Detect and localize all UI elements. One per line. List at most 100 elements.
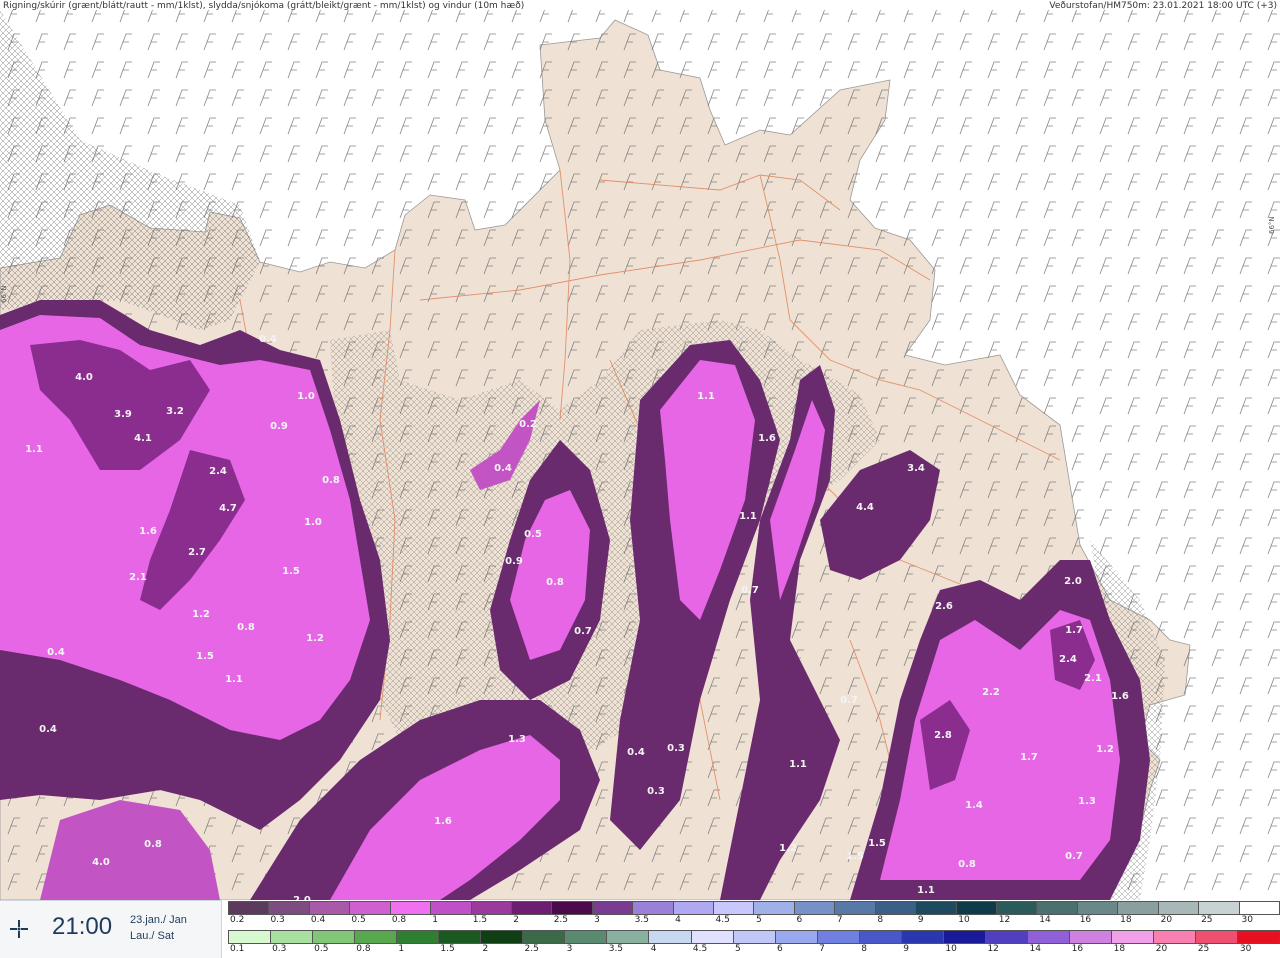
navigation-crosshair-icon[interactable] [9, 919, 29, 939]
rain-scale-value: 3.5 [608, 944, 624, 954]
rain-scale-value: 0.5 [314, 944, 329, 954]
rain-color-swatches [228, 930, 1280, 944]
precip-value-label: 0.7 [1065, 851, 1083, 862]
snow-swatch [1199, 902, 1240, 914]
snow-scale-value: 5 [756, 915, 762, 925]
rain-swatch [1238, 931, 1280, 943]
precip-value-label: 3.2 [166, 406, 184, 417]
snow-scale-value: 0.3 [270, 915, 285, 925]
precip-value-label: 2.1 [129, 572, 147, 583]
snow-swatch [916, 902, 957, 914]
precip-value-label: 1.2 [1096, 744, 1114, 755]
precip-value-label: 1.6 [758, 433, 776, 444]
rain-swatch [775, 931, 818, 943]
snow-swatch [552, 902, 593, 914]
precip-value-label: 0.8 [958, 859, 976, 870]
grid-label-right: 66°N [1268, 216, 1276, 234]
snow-scale-value: 30 [1241, 915, 1253, 925]
rain-swatch [691, 931, 734, 943]
precip-value-label: 0.5 [524, 529, 542, 540]
rain-swatch [649, 931, 692, 943]
rain-swatch [607, 931, 650, 943]
precip-value-label: 0.4 [494, 463, 512, 474]
precip-value-label: 3.4 [907, 463, 925, 474]
rain-scale-value: 6 [777, 944, 783, 954]
rain-scale-value: 9 [903, 944, 909, 954]
snow-swatch [511, 902, 553, 914]
rain-swatch [271, 931, 314, 943]
forecast-time: 21:00 [52, 913, 113, 940]
rain-color-scale: 0.1 0.3 0.5 0.8 1 1.5 2 2.5 3 3.5 4 4.5 5 6 7 8 9 10 12 14 1… [228, 930, 1280, 956]
precip-value-label: 0.4 [39, 724, 57, 735]
precip-value-label: 0.3 [667, 743, 685, 754]
snow-scale-value: 25 [1201, 915, 1213, 925]
rain-scale-value: 18 [1113, 944, 1126, 954]
rain-swatch [523, 931, 566, 943]
precip-value-label: 0.7 [741, 585, 759, 596]
snow-swatch [835, 902, 876, 914]
rain-swatch [439, 931, 482, 943]
precip-value-label: 2.4 [1059, 654, 1077, 665]
precip-value-label: 0.7 [840, 695, 858, 706]
snow-scale-labels: 0.2 0.3 0.4 0.5 0.8 1 1.5 2 2.5 3 3.5 4 4.5 5 6 7 8 9 10 12… [228, 915, 1280, 927]
snow-scale-value: 18 [1120, 915, 1132, 925]
precip-value-label: 1.3 [508, 734, 526, 745]
snow-swatch [794, 902, 836, 914]
precip-value-label: 1.1 [739, 511, 757, 522]
rain-swatch [901, 931, 944, 943]
precip-value-label: 1.1 [25, 444, 43, 455]
rain-scale-value: 4.5 [692, 944, 708, 954]
snow-swatch [431, 902, 472, 914]
precip-value-label: 0.4 [627, 747, 645, 758]
rain-scale-value: 7 [819, 944, 825, 954]
rain-swatch [1154, 931, 1197, 943]
rain-scale-value: 8 [861, 944, 867, 954]
snow-swatch [875, 902, 917, 914]
snow-scale-value: 3 [594, 915, 600, 925]
rain-swatch [565, 931, 608, 943]
snow-scale-value: 4 [675, 915, 681, 925]
rain-scale-value: 10 [945, 944, 957, 954]
precip-value-label: 0.8 [144, 839, 162, 850]
rain-scale-value: 5 [734, 944, 741, 954]
snow-swatch [714, 902, 755, 914]
precip-value-label: 1.6 [1111, 691, 1129, 702]
precip-value-label: 1.5 [282, 566, 300, 577]
rain-scale-value: 0.3 [272, 944, 287, 954]
rain-swatch [1196, 931, 1239, 943]
snow-scale-value: 1 [432, 915, 439, 925]
snow-swatch [309, 902, 351, 914]
snow-scale-value: 2 [513, 915, 519, 925]
model-run-label: Veðurstofan/HM750m: 23.01.2021 18:00 UTC… [1049, 1, 1277, 11]
precip-value-label: 1.5 [196, 651, 214, 662]
snow-scale-value: 0.4 [310, 915, 326, 925]
precip-value-label: 0.4 [47, 647, 65, 658]
rain-swatch [1027, 931, 1070, 943]
snow-swatch [1239, 902, 1279, 914]
snow-scale-value: 10 [958, 915, 970, 925]
rain-scale-value: 12 [987, 944, 999, 954]
precip-value-label: 4.7 [219, 503, 237, 514]
snow-scale-value: 0.8 [391, 915, 407, 925]
precip-value-label: 2.1 [1084, 673, 1102, 684]
precip-value-label: 2.8 [934, 730, 952, 741]
rain-swatch [817, 931, 860, 943]
precip-value-label: 1.6 [434, 816, 452, 827]
snow-swatch [592, 902, 634, 914]
precip-value-label: 1.5 [868, 838, 886, 849]
rain-scale-value: 14 [1029, 944, 1041, 954]
precip-value-label: 1.0 [297, 391, 315, 402]
precip-value-label: 1.2 [306, 633, 324, 644]
rain-scale-value: 25 [1197, 944, 1210, 954]
precip-value-label: 2.2 [982, 687, 1000, 698]
forecast-date: 23.jan./ Jan [130, 914, 187, 926]
precip-value-label: 4.4 [856, 502, 874, 513]
rain-swatch [733, 931, 776, 943]
precip-value-label: 0.9 [505, 556, 523, 567]
snow-scale-value: 3.5 [634, 915, 649, 925]
precip-value-label: 1.1 [917, 885, 935, 896]
snow-swatch [754, 902, 795, 914]
precip-value-label: 2.0 [293, 895, 311, 900]
precip-value-label: 1.1 [697, 391, 715, 402]
rain-swatch [229, 931, 272, 943]
